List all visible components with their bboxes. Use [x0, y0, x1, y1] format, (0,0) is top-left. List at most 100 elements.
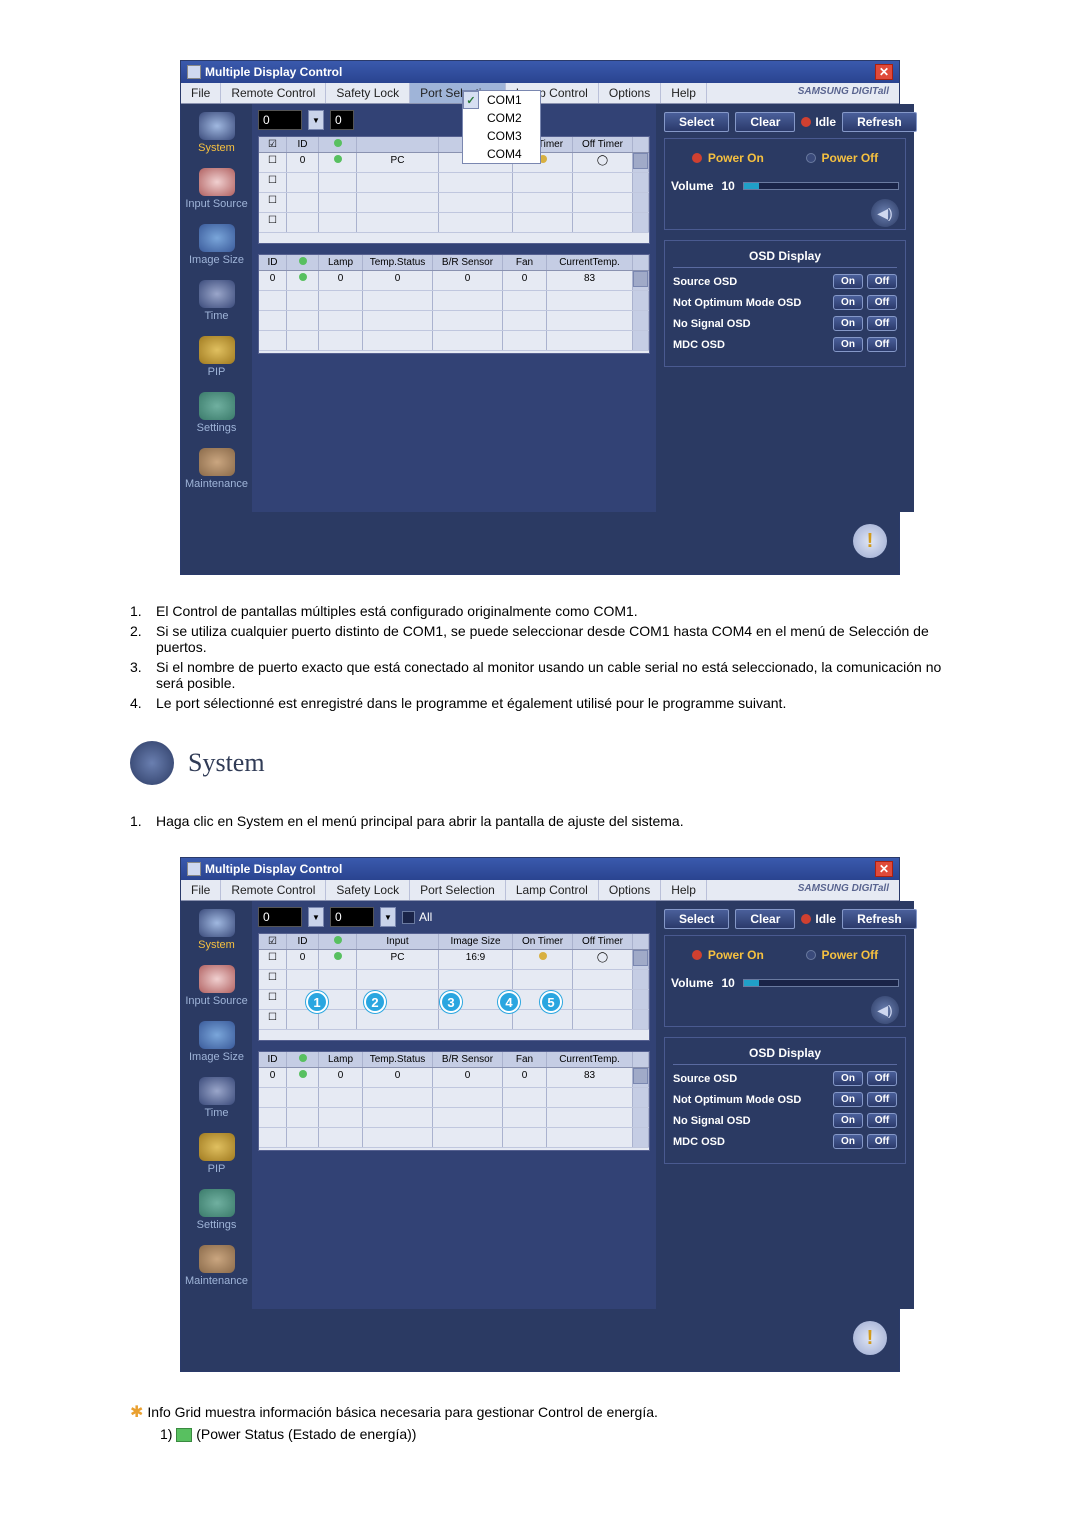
menu-remote-control[interactable]: Remote Control	[221, 83, 326, 103]
title-bar[interactable]: Multiple Display Control ✕	[181, 61, 899, 83]
sidebar-item-image-size[interactable]: Image Size	[185, 224, 248, 266]
table-row[interactable]	[259, 291, 649, 311]
dropdown-icon[interactable]: ▼	[380, 907, 396, 927]
mdc-osd-on[interactable]: On	[833, 1134, 863, 1149]
menu-lamp-control[interactable]: Lamp Control	[506, 880, 599, 900]
refresh-button[interactable]: Refresh	[842, 112, 917, 132]
scroll-thumb[interactable]	[633, 153, 648, 169]
menu-port-selection[interactable]: Port Selection	[410, 880, 506, 900]
not-optimum-off[interactable]: Off	[867, 295, 897, 310]
table-row[interactable]: ☐	[259, 173, 649, 193]
menu-file[interactable]: File	[181, 83, 221, 103]
scrollbar-up2[interactable]	[633, 1052, 649, 1067]
select-button[interactable]: Select	[664, 909, 729, 929]
not-optimum-on[interactable]: On	[833, 1092, 863, 1107]
menu-remote-control[interactable]: Remote Control	[221, 880, 326, 900]
table-row[interactable]: 0 0 0 0 0 83	[259, 1068, 649, 1088]
volume-slider[interactable]	[743, 182, 899, 190]
power-off-button[interactable]: Power Off	[806, 151, 879, 165]
scroll-thumb[interactable]	[633, 1068, 648, 1084]
sidebar-item-time[interactable]: Time	[185, 1077, 248, 1119]
no-signal-on[interactable]: On	[833, 316, 863, 331]
scrollbar-track2[interactable]	[633, 271, 649, 290]
table-row[interactable]	[259, 311, 649, 331]
header-check[interactable]: ☑	[259, 934, 287, 949]
table-row[interactable]: ☐	[259, 1010, 649, 1030]
sidebar-item-image-size[interactable]: Image Size	[185, 1021, 248, 1063]
id-to-input[interactable]: 0	[330, 110, 354, 130]
sidebar-item-time[interactable]: Time	[185, 280, 248, 322]
scrollbar-up[interactable]	[633, 137, 649, 152]
sidebar-item-maintenance[interactable]: Maintenance	[185, 1245, 248, 1287]
mdc-osd-off[interactable]: Off	[867, 337, 897, 352]
table-row[interactable]: ☐	[259, 990, 649, 1010]
menu-safety-lock[interactable]: Safety Lock	[326, 880, 410, 900]
power-on-button[interactable]: Power On	[692, 151, 764, 165]
scrollbar-track2[interactable]	[633, 1068, 649, 1087]
sidebar-item-settings[interactable]: Settings	[185, 1189, 248, 1231]
source-osd-on[interactable]: On	[833, 1071, 863, 1086]
scrollbar-up2[interactable]	[633, 255, 649, 270]
sidebar-item-maintenance[interactable]: Maintenance	[185, 448, 248, 490]
power-on-button[interactable]: Power On	[692, 948, 764, 962]
speaker-icon[interactable]: ◀︎)	[871, 996, 899, 1024]
dropdown-icon[interactable]: ▼	[308, 907, 324, 927]
source-osd-on[interactable]: On	[833, 274, 863, 289]
menu-help[interactable]: Help	[661, 83, 707, 103]
menu-options[interactable]: Options	[599, 880, 661, 900]
table-row[interactable]: ☐	[259, 193, 649, 213]
refresh-button[interactable]: Refresh	[842, 909, 917, 929]
scroll-thumb[interactable]	[633, 271, 648, 287]
menu-help[interactable]: Help	[661, 880, 707, 900]
sidebar-item-input-source[interactable]: Input Source	[185, 168, 248, 210]
port-com4[interactable]: COM4	[463, 145, 540, 163]
id-to-input[interactable]: 0	[330, 907, 374, 927]
id-from-input[interactable]: 0	[258, 110, 302, 130]
no-signal-off[interactable]: Off	[867, 1113, 897, 1128]
close-icon[interactable]: ✕	[875, 64, 893, 80]
close-icon[interactable]: ✕	[875, 861, 893, 877]
clear-button[interactable]: Clear	[735, 909, 795, 929]
table-row[interactable]: ☐	[259, 970, 649, 990]
not-optimum-on[interactable]: On	[833, 295, 863, 310]
no-signal-off[interactable]: Off	[867, 316, 897, 331]
port-com1[interactable]: COM1	[479, 91, 540, 109]
menu-options[interactable]: Options	[599, 83, 661, 103]
mdc-osd-off[interactable]: Off	[867, 1134, 897, 1149]
mdc-osd-on[interactable]: On	[833, 337, 863, 352]
table-row[interactable]	[259, 331, 649, 351]
scrollbar-track[interactable]	[633, 950, 649, 969]
speaker-icon[interactable]: ◀︎)	[871, 199, 899, 227]
table-row[interactable]	[259, 1108, 649, 1128]
source-osd-off[interactable]: Off	[867, 1071, 897, 1086]
scrollbar-up[interactable]	[633, 934, 649, 949]
table-row[interactable]: ☐ 0 PC 16:9 ◯	[259, 153, 649, 173]
port-com2[interactable]: COM2	[463, 109, 540, 127]
dropdown-icon[interactable]: ▼	[308, 110, 324, 130]
menu-file[interactable]: File	[181, 880, 221, 900]
scrollbar-track[interactable]	[633, 153, 649, 172]
clear-button[interactable]: Clear	[735, 112, 795, 132]
port-com3[interactable]: COM3	[463, 127, 540, 145]
table-row[interactable]: 0 0 0 0 0 83	[259, 271, 649, 291]
sidebar-item-system[interactable]: System	[185, 909, 248, 951]
sidebar-item-system[interactable]: System	[185, 112, 248, 154]
id-from-input[interactable]: 0	[258, 907, 302, 927]
all-checkbox[interactable]: All	[402, 910, 432, 924]
table-row[interactable]	[259, 1088, 649, 1108]
table-row[interactable]: ☐ 0 PC 16:9 ◯	[259, 950, 649, 970]
menu-safety-lock[interactable]: Safety Lock	[326, 83, 410, 103]
table-row[interactable]	[259, 1128, 649, 1148]
row-check[interactable]: ☐	[259, 950, 287, 969]
source-osd-off[interactable]: Off	[867, 274, 897, 289]
select-button[interactable]: Select	[664, 112, 729, 132]
scroll-thumb[interactable]	[633, 950, 648, 966]
row-check[interactable]: ☐	[259, 153, 287, 172]
header-check[interactable]: ☑	[259, 137, 287, 152]
sidebar-item-input-source[interactable]: Input Source	[185, 965, 248, 1007]
not-optimum-off[interactable]: Off	[867, 1092, 897, 1107]
sidebar-item-pip[interactable]: PIP	[185, 336, 248, 378]
sidebar-item-settings[interactable]: Settings	[185, 392, 248, 434]
title-bar[interactable]: Multiple Display Control ✕	[181, 858, 899, 880]
port-selection-dropdown[interactable]: ✓ COM1 COM2 COM3 COM4	[462, 90, 541, 164]
